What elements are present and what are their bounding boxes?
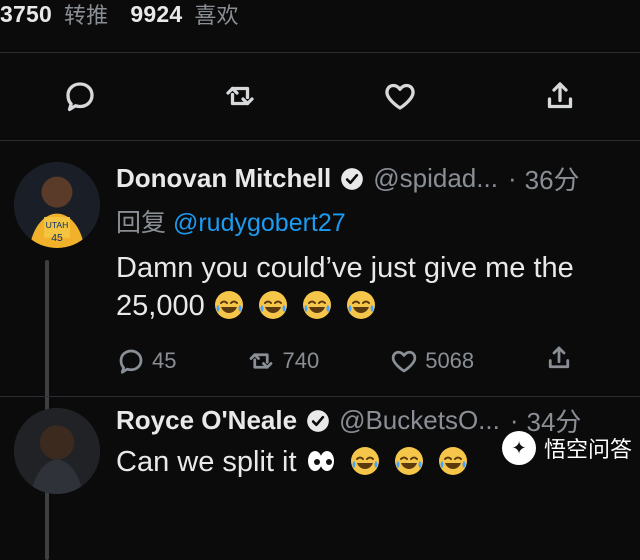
reply-text: Damn you could’ve just give me the 25,00… [116, 249, 630, 325]
retweet-icon [226, 86, 254, 106]
heart-icon [385, 83, 415, 110]
tears-of-joy-emoji-icon [301, 289, 333, 321]
heart-icon [391, 350, 417, 372]
replying-to-mention[interactable]: @rudygobert27 [173, 209, 346, 237]
share-icon [547, 82, 573, 109]
reply-metrics: 45 740 5068 [116, 343, 630, 378]
tears-of-joy-emoji-icon [349, 445, 381, 477]
separator-dot: · [507, 163, 517, 193]
verified-icon [341, 167, 364, 190]
eyes-emoji-icon [305, 445, 337, 477]
reply-text-line: Can we split it [116, 446, 297, 478]
tears-of-joy-emoji-icon [213, 289, 245, 321]
share-button[interactable] [538, 74, 582, 118]
like-button[interactable] [378, 74, 422, 118]
reply-content: Donovan Mitchell @spidad... · 36分 回复 @ru… [116, 160, 630, 378]
replying-to-label: 回复 [116, 209, 167, 237]
replying-to: 回复 @rudygobert27 [116, 203, 630, 239]
tears-of-joy-emoji-icon [345, 289, 377, 321]
divider-top [0, 52, 640, 53]
reply-button[interactable] [58, 74, 102, 118]
like-label: 喜欢 [194, 3, 239, 28]
like-count: 9924 [130, 0, 183, 27]
reply-icon [66, 82, 94, 112]
watermark-text: 悟空问答 [543, 437, 632, 462]
reply-item[interactable]: UTAH 45 Donovan Mitchell @spidad... · 36… [0, 150, 640, 560]
user-handle[interactable]: @spidad... [373, 163, 498, 194]
reply-header: Donovan Mitchell @spidad... · 36分 [116, 160, 630, 197]
reply-share-button[interactable] [544, 343, 574, 378]
tweet-action-bar [0, 56, 640, 136]
retweet-count-button[interactable]: 740 [246, 346, 319, 376]
display-name[interactable]: Royce O'Neale [116, 405, 297, 436]
reply-count: 45 [152, 347, 177, 373]
retweet-label: 转推 [63, 3, 109, 28]
reply-text-line: Damn you could’ve just give me the [116, 252, 574, 284]
share-icon [549, 346, 570, 369]
divider-actions [0, 140, 640, 141]
comment-icon [119, 349, 143, 374]
tweet-stats: 3750 转推 9924 喜欢 [0, 0, 239, 34]
watermark: ✦ 悟空问答 [501, 431, 632, 465]
like-count-button[interactable]: 5068 [389, 346, 474, 376]
retweet-count: 740 [282, 347, 320, 373]
svg-text:UTAH: UTAH [46, 220, 69, 230]
avatar-image: UTAH 45 [14, 162, 100, 248]
tears-of-joy-emoji-icon [437, 445, 469, 477]
divider-reply [0, 396, 640, 397]
display-name[interactable]: Donovan Mitchell [116, 163, 331, 194]
retweet-count: 3750 [0, 0, 52, 27]
tears-of-joy-emoji-icon [257, 289, 289, 321]
user-handle[interactable]: @BucketsO... [339, 405, 500, 436]
verified-icon [307, 409, 329, 432]
like-count: 5068 [425, 347, 475, 373]
retweet-button[interactable] [218, 74, 262, 118]
reply-text-value: 25,000 [116, 290, 205, 322]
svg-text:45: 45 [51, 233, 63, 244]
avatar-image [14, 408, 100, 494]
avatar[interactable]: UTAH 45 [14, 162, 100, 248]
reply-count-button[interactable]: 45 [116, 346, 176, 376]
retweet-icon [250, 352, 273, 369]
avatar[interactable] [14, 408, 100, 494]
tears-of-joy-emoji-icon [393, 445, 425, 477]
reply-text-line: 25,000 [116, 287, 630, 325]
timestamp[interactable]: 36分 [525, 160, 580, 197]
watermark-logo-icon: ✦ [501, 431, 536, 465]
